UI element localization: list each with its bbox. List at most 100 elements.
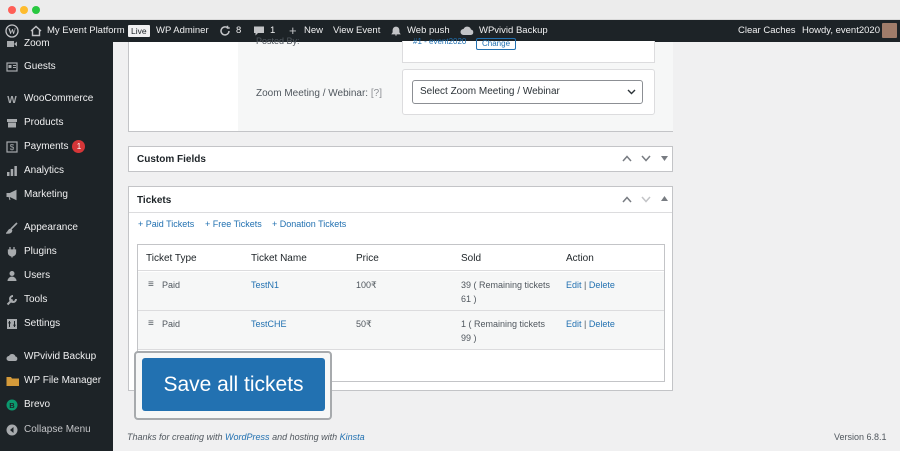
table-row[interactable]: ≡ Paid TestN1 100₹ 39 ( Remaining ticket…	[138, 272, 664, 311]
clear-caches-link[interactable]: Clear Caches	[738, 20, 796, 42]
drag-handle-icon[interactable]: ≡	[148, 278, 154, 292]
view-event-link[interactable]: View Event	[333, 20, 380, 42]
toggle-panel-icon[interactable]	[661, 196, 668, 201]
zoom-meeting-label: Zoom Meeting / Webinar: [?]	[256, 88, 382, 99]
panel-left-gutter	[129, 42, 238, 131]
event-details-panel: Posted By: #1 - event2020 Change Zoom Me…	[128, 36, 673, 132]
wp-adminer-link[interactable]: WP Adminer	[156, 20, 209, 42]
save-all-tickets-button[interactable]: Save all tickets	[142, 358, 325, 411]
column-header: Action	[566, 253, 594, 264]
sidebar-item-analytics[interactable]: Analytics	[0, 160, 113, 182]
updates-icon[interactable]	[219, 25, 231, 37]
ticket-sold-line2: 61 )	[461, 294, 477, 304]
paint-brush-icon	[6, 222, 18, 234]
divider	[129, 212, 672, 213]
megaphone-icon	[6, 189, 17, 201]
sidebar-item-plugins[interactable]: Plugins	[0, 241, 113, 263]
sidebar-item-label: Analytics	[24, 165, 65, 176]
move-up-icon[interactable]	[622, 196, 632, 203]
sidebar-item-users[interactable]: Users	[0, 265, 113, 287]
custom-fields-panel: Custom Fields	[128, 146, 673, 172]
custom-fields-title: Custom Fields	[137, 154, 206, 165]
add-free-tickets-link[interactable]: + Free Tickets	[205, 219, 262, 229]
browser-titlebar	[0, 0, 900, 20]
cloud-icon	[6, 354, 18, 361]
ticket-name-link[interactable]: TestN1	[251, 278, 279, 292]
sidebar-item-label: Payments 1	[24, 136, 86, 158]
sidebar-item-products[interactable]: Products	[0, 112, 113, 134]
sidebar-item-wpvivid-backup[interactable]: WPvivid Backup	[0, 346, 113, 368]
new-content-link[interactable]: New	[304, 20, 323, 42]
sidebar-item-payments[interactable]: $ Payments 1	[0, 136, 113, 158]
dollar-icon: $	[6, 141, 18, 153]
sidebar-item-label: Users	[24, 270, 51, 281]
zoom-select-value: Select Zoom Meeting / Webinar	[420, 86, 560, 97]
window-maximize-button[interactable]	[32, 6, 40, 14]
sidebar-item-wp-file-manager[interactable]: WP File Manager	[0, 370, 113, 392]
ticket-price: 100₹	[356, 280, 377, 290]
sidebar-item-label: Brevo	[24, 399, 51, 410]
sidebar-item-guests[interactable]: Guests	[0, 56, 113, 78]
move-down-icon[interactable]	[641, 155, 651, 162]
footer-thanks: Thanks for creating with WordPress and h…	[127, 432, 365, 442]
bell-icon[interactable]	[390, 25, 402, 37]
help-tooltip-icon[interactable]: [?]	[371, 88, 382, 99]
ticket-name-link[interactable]: TestCHE	[251, 317, 287, 331]
ticket-price: 50₹	[356, 319, 372, 329]
author-link[interactable]: #1 - event2020	[413, 37, 466, 46]
tickets-title: Tickets	[137, 195, 172, 206]
edit-ticket-link[interactable]: Edit	[566, 280, 582, 290]
add-donation-tickets-link[interactable]: + Donation Tickets	[272, 219, 346, 229]
users-icon	[7, 271, 17, 281]
move-down-icon[interactable]	[641, 196, 651, 203]
brevo-icon: B	[6, 399, 18, 411]
wordpress-link[interactable]: WordPress	[225, 432, 270, 442]
ticket-sold-line1: 39 ( Remaining tickets	[461, 280, 551, 290]
howdy-account-link[interactable]: Howdy, event2020	[802, 20, 880, 42]
drag-handle-icon[interactable]: ≡	[148, 317, 154, 331]
sliders-icon	[7, 319, 17, 329]
woo-icon: W	[7, 95, 17, 105]
sidebar-item-brevo[interactable]: B Brevo	[0, 394, 113, 416]
sidebar-item-settings[interactable]: Settings	[0, 313, 113, 335]
action-separator: |	[584, 319, 587, 329]
sidebar-item-zoom[interactable]: Zoom	[0, 33, 113, 55]
column-header: Price	[356, 253, 379, 264]
zoom-meeting-select[interactable]: Select Zoom Meeting / Webinar	[412, 80, 643, 104]
sidebar-item-label: Guests	[24, 61, 56, 72]
column-header: Ticket Type	[146, 253, 197, 264]
table-header: Ticket Type Ticket Name Price Sold Actio…	[138, 245, 664, 271]
delete-ticket-link[interactable]: Delete	[589, 280, 615, 290]
sidebar-item-marketing[interactable]: Marketing	[0, 184, 113, 206]
sidebar-item-tools[interactable]: Tools	[0, 289, 113, 311]
admin-sidebar: Zoom Guests W WooCommerce Products $ Pay…	[0, 38, 113, 451]
window-close-button[interactable]	[8, 6, 16, 14]
action-separator: |	[584, 280, 587, 290]
change-author-button[interactable]: Change	[476, 38, 517, 50]
window-minimize-button[interactable]	[20, 6, 28, 14]
delete-ticket-link[interactable]: Delete	[589, 319, 615, 329]
collapse-icon	[6, 424, 18, 436]
posted-by-box: #1 - event2020 Change	[402, 37, 655, 63]
payments-count-badge: 1	[72, 140, 86, 153]
sidebar-item-label: Settings	[24, 318, 61, 329]
sidebar-item-label: Collapse Menu	[24, 424, 91, 435]
svg-text:B: B	[9, 401, 15, 410]
add-paid-tickets-link[interactable]: + Paid Tickets	[138, 219, 194, 229]
sidebar-item-label: WooCommerce	[24, 93, 94, 104]
updates-count[interactable]: 8	[236, 20, 241, 42]
footer-version: Version 6.8.1	[834, 432, 887, 442]
toggle-panel-icon[interactable]	[661, 156, 668, 161]
table-row[interactable]: ≡ Paid TestCHE 50₹ 1 ( Remaining tickets…	[138, 311, 664, 350]
sidebar-item-label: Tools	[24, 294, 48, 305]
move-up-icon[interactable]	[622, 155, 632, 162]
sidebar-item-woocommerce[interactable]: W WooCommerce	[0, 88, 113, 110]
ticket-actions: Edit | Delete	[566, 317, 615, 331]
avatar[interactable]	[882, 23, 897, 38]
kinsta-link[interactable]: Kinsta	[340, 432, 365, 442]
collapse-menu-button[interactable]: Collapse Menu	[0, 419, 113, 441]
live-badge: Live	[128, 25, 150, 37]
archive-icon	[7, 119, 17, 128]
edit-ticket-link[interactable]: Edit	[566, 319, 582, 329]
sidebar-item-appearance[interactable]: Appearance	[0, 217, 113, 239]
